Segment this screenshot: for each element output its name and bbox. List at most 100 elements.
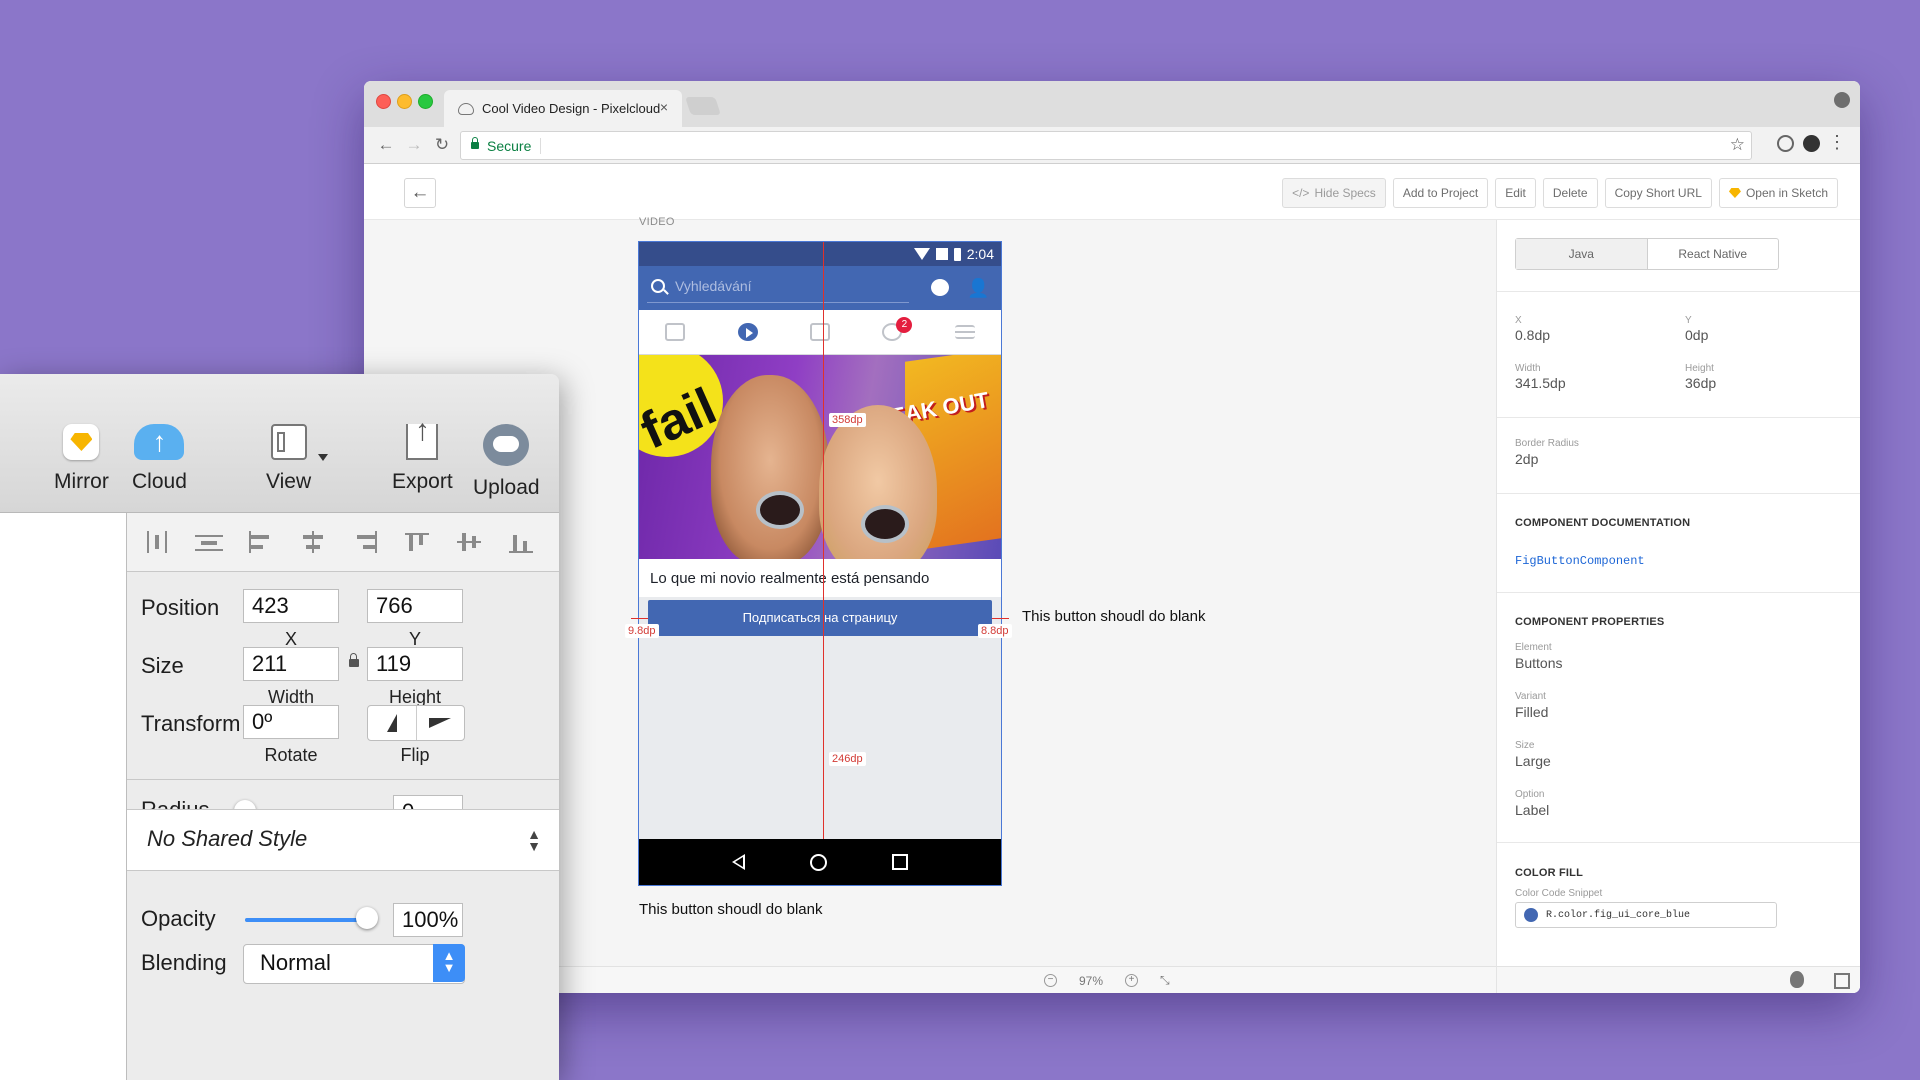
chevron-down-icon xyxy=(318,454,328,461)
flip-caption: Flip xyxy=(400,745,430,765)
zoom-in-icon[interactable]: + xyxy=(1125,974,1139,987)
delete-button[interactable]: Delete xyxy=(1542,178,1598,208)
back-button[interactable]: ← xyxy=(404,178,436,208)
hide-specs-button[interactable]: </> Hide Specs xyxy=(1282,178,1386,208)
app-header: ← </> Hide Specs Add to Project Edit Del… xyxy=(364,164,1860,220)
facebook-search-bar[interactable]: Vyhledávání 👤 xyxy=(639,266,1001,310)
view-button[interactable]: View xyxy=(266,424,328,494)
back-arrow-icon[interactable]: ← xyxy=(372,135,400,155)
cloud-button[interactable]: Cloud xyxy=(132,424,187,494)
close-window-button[interactable] xyxy=(376,94,391,109)
x-field[interactable]: 423 xyxy=(243,589,339,623)
align-center-horizontal-icon[interactable] xyxy=(299,531,327,553)
new-tab-button[interactable] xyxy=(685,97,721,115)
browser-menu-icon[interactable]: ⋮ xyxy=(1828,133,1846,151)
blending-select[interactable]: Normal ▲ ▼ xyxy=(243,944,465,984)
minimize-window-button[interactable] xyxy=(397,94,412,109)
news-feed-icon[interactable] xyxy=(665,323,686,341)
reload-icon[interactable]: ↻ xyxy=(428,135,456,155)
add-to-project-button[interactable]: Add to Project xyxy=(1392,178,1489,208)
size-label: Size xyxy=(141,653,184,678)
edit-button[interactable]: Edit xyxy=(1495,178,1536,208)
flip-horizontal-button[interactable] xyxy=(368,706,417,740)
rotate-field[interactable]: 0º xyxy=(243,705,339,739)
opacity-label: Opacity xyxy=(141,906,216,931)
tab-java[interactable]: Java xyxy=(1516,239,1648,269)
opacity-slider-knob[interactable] xyxy=(356,907,378,929)
toggle-panel-icon[interactable] xyxy=(1834,973,1850,989)
upload-button[interactable]: Upload xyxy=(473,424,540,500)
align-top-icon[interactable] xyxy=(403,531,431,553)
secure-label: Secure xyxy=(487,137,532,154)
width-field[interactable]: 211 xyxy=(243,647,339,681)
open-in-sketch-label: Open in Sketch xyxy=(1745,186,1828,200)
fit-screen-icon[interactable]: ⤡ xyxy=(1160,973,1170,988)
android-nav-bar xyxy=(639,839,1001,885)
android-recents-icon[interactable] xyxy=(892,854,909,870)
color-heading: COLOR FILL xyxy=(1515,867,1583,879)
zoom-out-icon[interactable]: − xyxy=(1044,974,1057,987)
notifications-globe-icon[interactable]: 2 xyxy=(882,317,913,341)
zoom-controls: − 97% + ⤡ xyxy=(1044,973,1170,988)
doc-link[interactable]: FigButtonComponent xyxy=(1515,554,1645,568)
align-bottom-icon[interactable] xyxy=(507,531,535,553)
export-button[interactable]: ↑ Export xyxy=(392,416,453,494)
android-home-icon[interactable] xyxy=(809,853,827,871)
y-field[interactable]: 766 xyxy=(367,589,463,623)
search-placeholder: Vyhledávání xyxy=(675,278,752,294)
lock-proportions-icon[interactable] xyxy=(349,653,359,667)
friend-requests-icon[interactable]: 👤 xyxy=(967,278,989,298)
border-radius-label: Border Radius xyxy=(1515,438,1579,449)
opacity-field[interactable]: 100% xyxy=(393,903,463,937)
measure-top-label: 358dp xyxy=(829,413,866,427)
video-thumbnail[interactable]: fail SPEAK OUT xyxy=(639,355,1001,559)
sketch-icon xyxy=(1728,188,1741,198)
color-code-snippet[interactable]: R.color.fig_ui_core_blue xyxy=(1515,902,1777,928)
align-left-icon[interactable] xyxy=(247,531,275,553)
extension-dark-icon[interactable] xyxy=(1803,135,1820,152)
flip-vertical-button[interactable] xyxy=(417,706,465,740)
distribute-horizontal-icon[interactable] xyxy=(143,531,171,553)
profile-icon[interactable] xyxy=(1834,92,1850,108)
bookmark-star-icon[interactable]: ☆ xyxy=(1730,135,1745,155)
facebook-tab-bar: 2 xyxy=(639,310,1001,355)
tab-title: Cool Video Design - Pixelcloud xyxy=(482,101,661,116)
up-down-chevron-icon: ▲ ▼ xyxy=(527,826,541,854)
height-field[interactable]: 119 xyxy=(367,647,463,681)
marketplace-icon[interactable] xyxy=(809,323,830,341)
x-value: 0.8dp xyxy=(1515,327,1551,343)
shared-style-selector[interactable]: No Shared Style ▲ ▼ xyxy=(127,809,559,871)
open-in-sketch-button[interactable]: Open in Sketch xyxy=(1718,178,1838,208)
distribute-vertical-icon[interactable] xyxy=(195,531,223,553)
color-label: Color Code Snippet xyxy=(1515,888,1603,899)
menu-hamburger-icon[interactable] xyxy=(954,325,975,339)
extension-info-icon[interactable] xyxy=(1777,135,1794,152)
signal-icon xyxy=(935,248,948,260)
android-back-icon[interactable] xyxy=(731,854,745,870)
annotation-note: This button shoudl do blank xyxy=(1022,608,1206,625)
subscribe-button[interactable]: Подписаться на страницу xyxy=(648,600,992,636)
copy-short-url-button[interactable]: Copy Short URL xyxy=(1604,178,1712,208)
zoom-window-button[interactable] xyxy=(418,94,433,109)
phone-artboard[interactable]: 2:04 Vyhledávání 👤 2 fail SPEAK OUT Lo q… xyxy=(625,241,1012,886)
divider xyxy=(1497,842,1860,843)
tab-strip: Cool Video Design - Pixelcloud × xyxy=(364,81,1860,127)
height-label: Height xyxy=(1685,363,1714,374)
bug-report-icon[interactable] xyxy=(1790,971,1804,988)
address-bar[interactable]: Secure ☆ xyxy=(460,131,1752,160)
forward-arrow-icon[interactable]: → xyxy=(400,135,428,155)
messenger-icon[interactable] xyxy=(931,279,949,296)
opacity-slider[interactable] xyxy=(245,918,367,922)
browser-tab[interactable]: Cool Video Design - Pixelcloud × xyxy=(444,90,682,127)
header-actions: </> Hide Specs Add to Project Edit Delet… xyxy=(1282,178,1838,208)
border-radius-value: 2dp xyxy=(1515,451,1539,467)
align-middle-vertical-icon[interactable] xyxy=(455,531,483,553)
props-heading: COMPONENT PROPERTIES xyxy=(1515,616,1665,628)
mirror-button[interactable]: Mirror xyxy=(54,424,109,494)
measure-vertical-line xyxy=(823,242,824,839)
tab-react-native[interactable]: React Native xyxy=(1648,239,1779,269)
align-right-icon[interactable] xyxy=(351,531,379,553)
video-tab-icon[interactable] xyxy=(737,323,758,341)
sketch-canvas-edge xyxy=(0,513,126,1080)
tab-close-icon[interactable]: × xyxy=(660,99,668,115)
